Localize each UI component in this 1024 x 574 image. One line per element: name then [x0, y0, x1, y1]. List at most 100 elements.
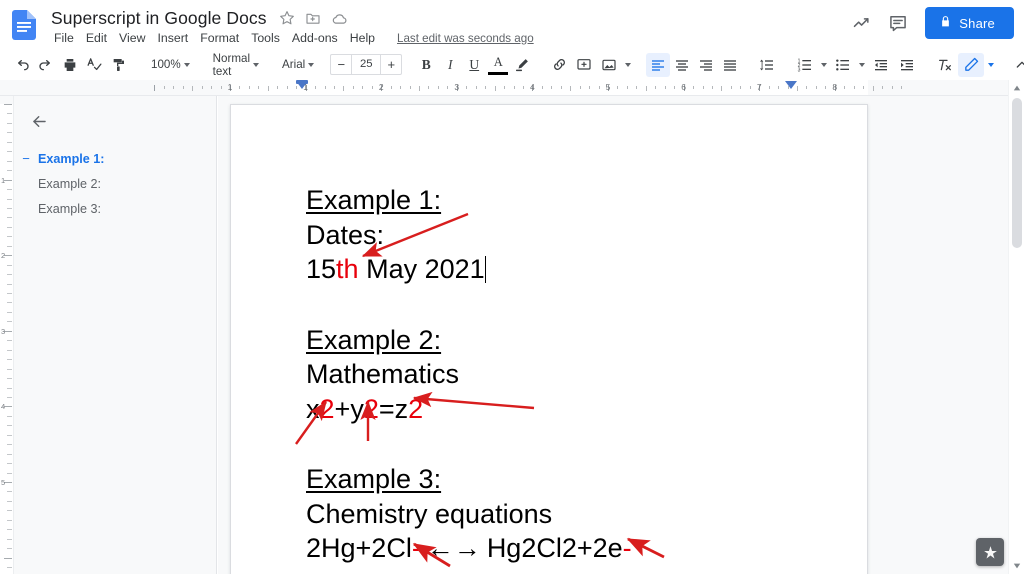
ruler-sub-tick [504, 86, 506, 89]
activity-chart-icon[interactable] [845, 6, 879, 40]
formatting-toolbar: 100% Normal text Arial − 25 + B I U A 1 … [0, 50, 1024, 80]
document-canvas[interactable]: Example 1: Dates: 15th May 2021 Example … [218, 96, 1008, 574]
vruler-sub-tick [7, 340, 12, 342]
svg-text:3: 3 [798, 67, 801, 72]
vruler-inch-tick [4, 482, 12, 483]
menu-file[interactable]: File [48, 30, 80, 46]
scrollbar-thumb[interactable] [1012, 98, 1022, 248]
menu-format[interactable]: Format [194, 30, 245, 46]
vruler-sub-tick [7, 302, 12, 304]
vertical-ruler[interactable]: 1 2 3 4 5 [0, 96, 14, 574]
document-body[interactable]: Example 1: Dates: 15th May 2021 Example … [306, 183, 806, 566]
text-color-button[interactable]: A [486, 53, 510, 77]
zoom-selector[interactable]: 100% [144, 54, 194, 76]
ruler-sub-tick [655, 86, 657, 89]
add-comment-icon[interactable] [572, 53, 596, 77]
numbered-list-dropdown[interactable] [818, 53, 830, 77]
chevron-down-icon [308, 62, 315, 67]
redo-icon[interactable] [34, 53, 58, 77]
ruler-sub-tick [192, 86, 194, 91]
bulleted-list-dropdown[interactable] [856, 53, 868, 77]
align-justify-icon[interactable] [718, 53, 742, 77]
vertical-scrollbar[interactable] [1008, 80, 1024, 574]
cloud-saved-icon[interactable] [331, 10, 348, 27]
text-mathematics-label: Mathematics [306, 359, 460, 390]
menu-help[interactable]: Help [344, 30, 381, 46]
ruler-number: 8 [832, 82, 838, 92]
vruler-sub-tick [7, 444, 12, 446]
undo-icon[interactable] [10, 53, 34, 77]
ruler-sub-tick [390, 86, 392, 89]
document-title[interactable]: Superscript in Google Docs [48, 7, 270, 30]
document-page[interactable]: Example 1: Dates: 15th May 2021 Example … [230, 104, 868, 574]
scroll-up-arrow[interactable] [1009, 80, 1024, 96]
menu-add-ons[interactable]: Add-ons [286, 30, 344, 46]
insert-image-dropdown[interactable] [622, 53, 634, 77]
paragraph-style-selector[interactable]: Normal text [206, 52, 263, 78]
underline-button[interactable]: U [462, 53, 486, 77]
align-right-icon[interactable] [694, 53, 718, 77]
scroll-down-arrow[interactable] [1009, 558, 1024, 574]
spellcheck-icon[interactable] [82, 53, 106, 77]
increase-indent-icon[interactable] [894, 53, 920, 77]
vruler-sub-tick [7, 170, 12, 172]
paint-format-icon[interactable] [106, 53, 132, 77]
google-docs-icon[interactable] [12, 10, 36, 40]
ruler-sub-tick [267, 86, 269, 91]
ruler-sub-tick [428, 86, 430, 89]
font-size-decrease-button[interactable]: − [331, 55, 351, 74]
ruler-sub-tick [560, 86, 562, 89]
font-size-stepper[interactable]: − 25 + [330, 54, 403, 75]
outline-item-example-1[interactable]: − Example 1: [14, 146, 216, 171]
decrease-indent-icon[interactable] [868, 53, 894, 77]
comment-icon[interactable] [881, 6, 915, 40]
horizontal-ruler[interactable]: 112345678 [0, 80, 1008, 96]
font-size-increase-button[interactable]: + [381, 55, 401, 74]
print-icon[interactable] [58, 53, 82, 77]
clear-formatting-icon[interactable] [932, 53, 958, 77]
menu-edit[interactable]: Edit [80, 30, 113, 46]
outline-item-example-2[interactable]: Example 2: [14, 171, 216, 196]
outline-item-label: Example 3: [38, 201, 101, 216]
ruler-sub-tick [730, 86, 732, 89]
back-arrow-icon[interactable] [24, 106, 54, 136]
left-indent-marker[interactable] [296, 81, 308, 89]
insert-link-icon[interactable] [546, 53, 572, 77]
editing-pencil-icon[interactable] [958, 52, 985, 77]
line-spacing-icon[interactable] [754, 53, 780, 77]
font-family-selector[interactable]: Arial [275, 54, 318, 76]
right-indent-marker[interactable] [785, 81, 797, 89]
insert-image-icon[interactable] [596, 53, 622, 77]
share-button[interactable]: Share [925, 7, 1014, 39]
align-center-icon[interactable] [670, 53, 694, 77]
heading-example-1: Example 1: [306, 185, 442, 215]
explore-button[interactable] [976, 538, 1004, 566]
menu-view[interactable]: View [113, 30, 151, 46]
align-left-icon[interactable] [646, 52, 671, 77]
menu-tools[interactable]: Tools [245, 30, 286, 46]
editing-mode-dropdown[interactable] [984, 53, 998, 77]
vruler-number: 4 [1, 402, 6, 412]
bulleted-list-icon[interactable] [830, 53, 856, 77]
vruler-sub-tick [7, 567, 12, 569]
star-icon[interactable] [279, 10, 296, 27]
outline-collapse-marker[interactable]: − [14, 151, 38, 166]
bold-button[interactable]: B [414, 53, 438, 77]
share-label: Share [959, 15, 995, 31]
numbered-list-icon[interactable]: 1 2 3 [792, 53, 818, 77]
text-chemistry-label: Chemistry equations [306, 498, 553, 529]
outline-item-example-3[interactable]: Example 3: [14, 196, 216, 221]
math-x: x [306, 393, 320, 424]
italic-button[interactable]: I [438, 53, 462, 77]
chevron-down-icon [183, 62, 190, 67]
ruler-sub-tick [570, 86, 572, 91]
last-edit-status[interactable]: Last edit was seconds ago [397, 32, 534, 45]
highlight-pen-icon[interactable] [510, 53, 534, 77]
ruler-number: 5 [605, 82, 611, 92]
move-to-folder-icon[interactable] [305, 10, 322, 27]
menu-insert[interactable]: Insert [151, 30, 194, 46]
math-equals: = [378, 393, 395, 424]
ruler-sub-tick [485, 86, 487, 89]
collapse-toolbar-icon[interactable] [1010, 53, 1024, 77]
font-size-input[interactable]: 25 [351, 55, 382, 74]
